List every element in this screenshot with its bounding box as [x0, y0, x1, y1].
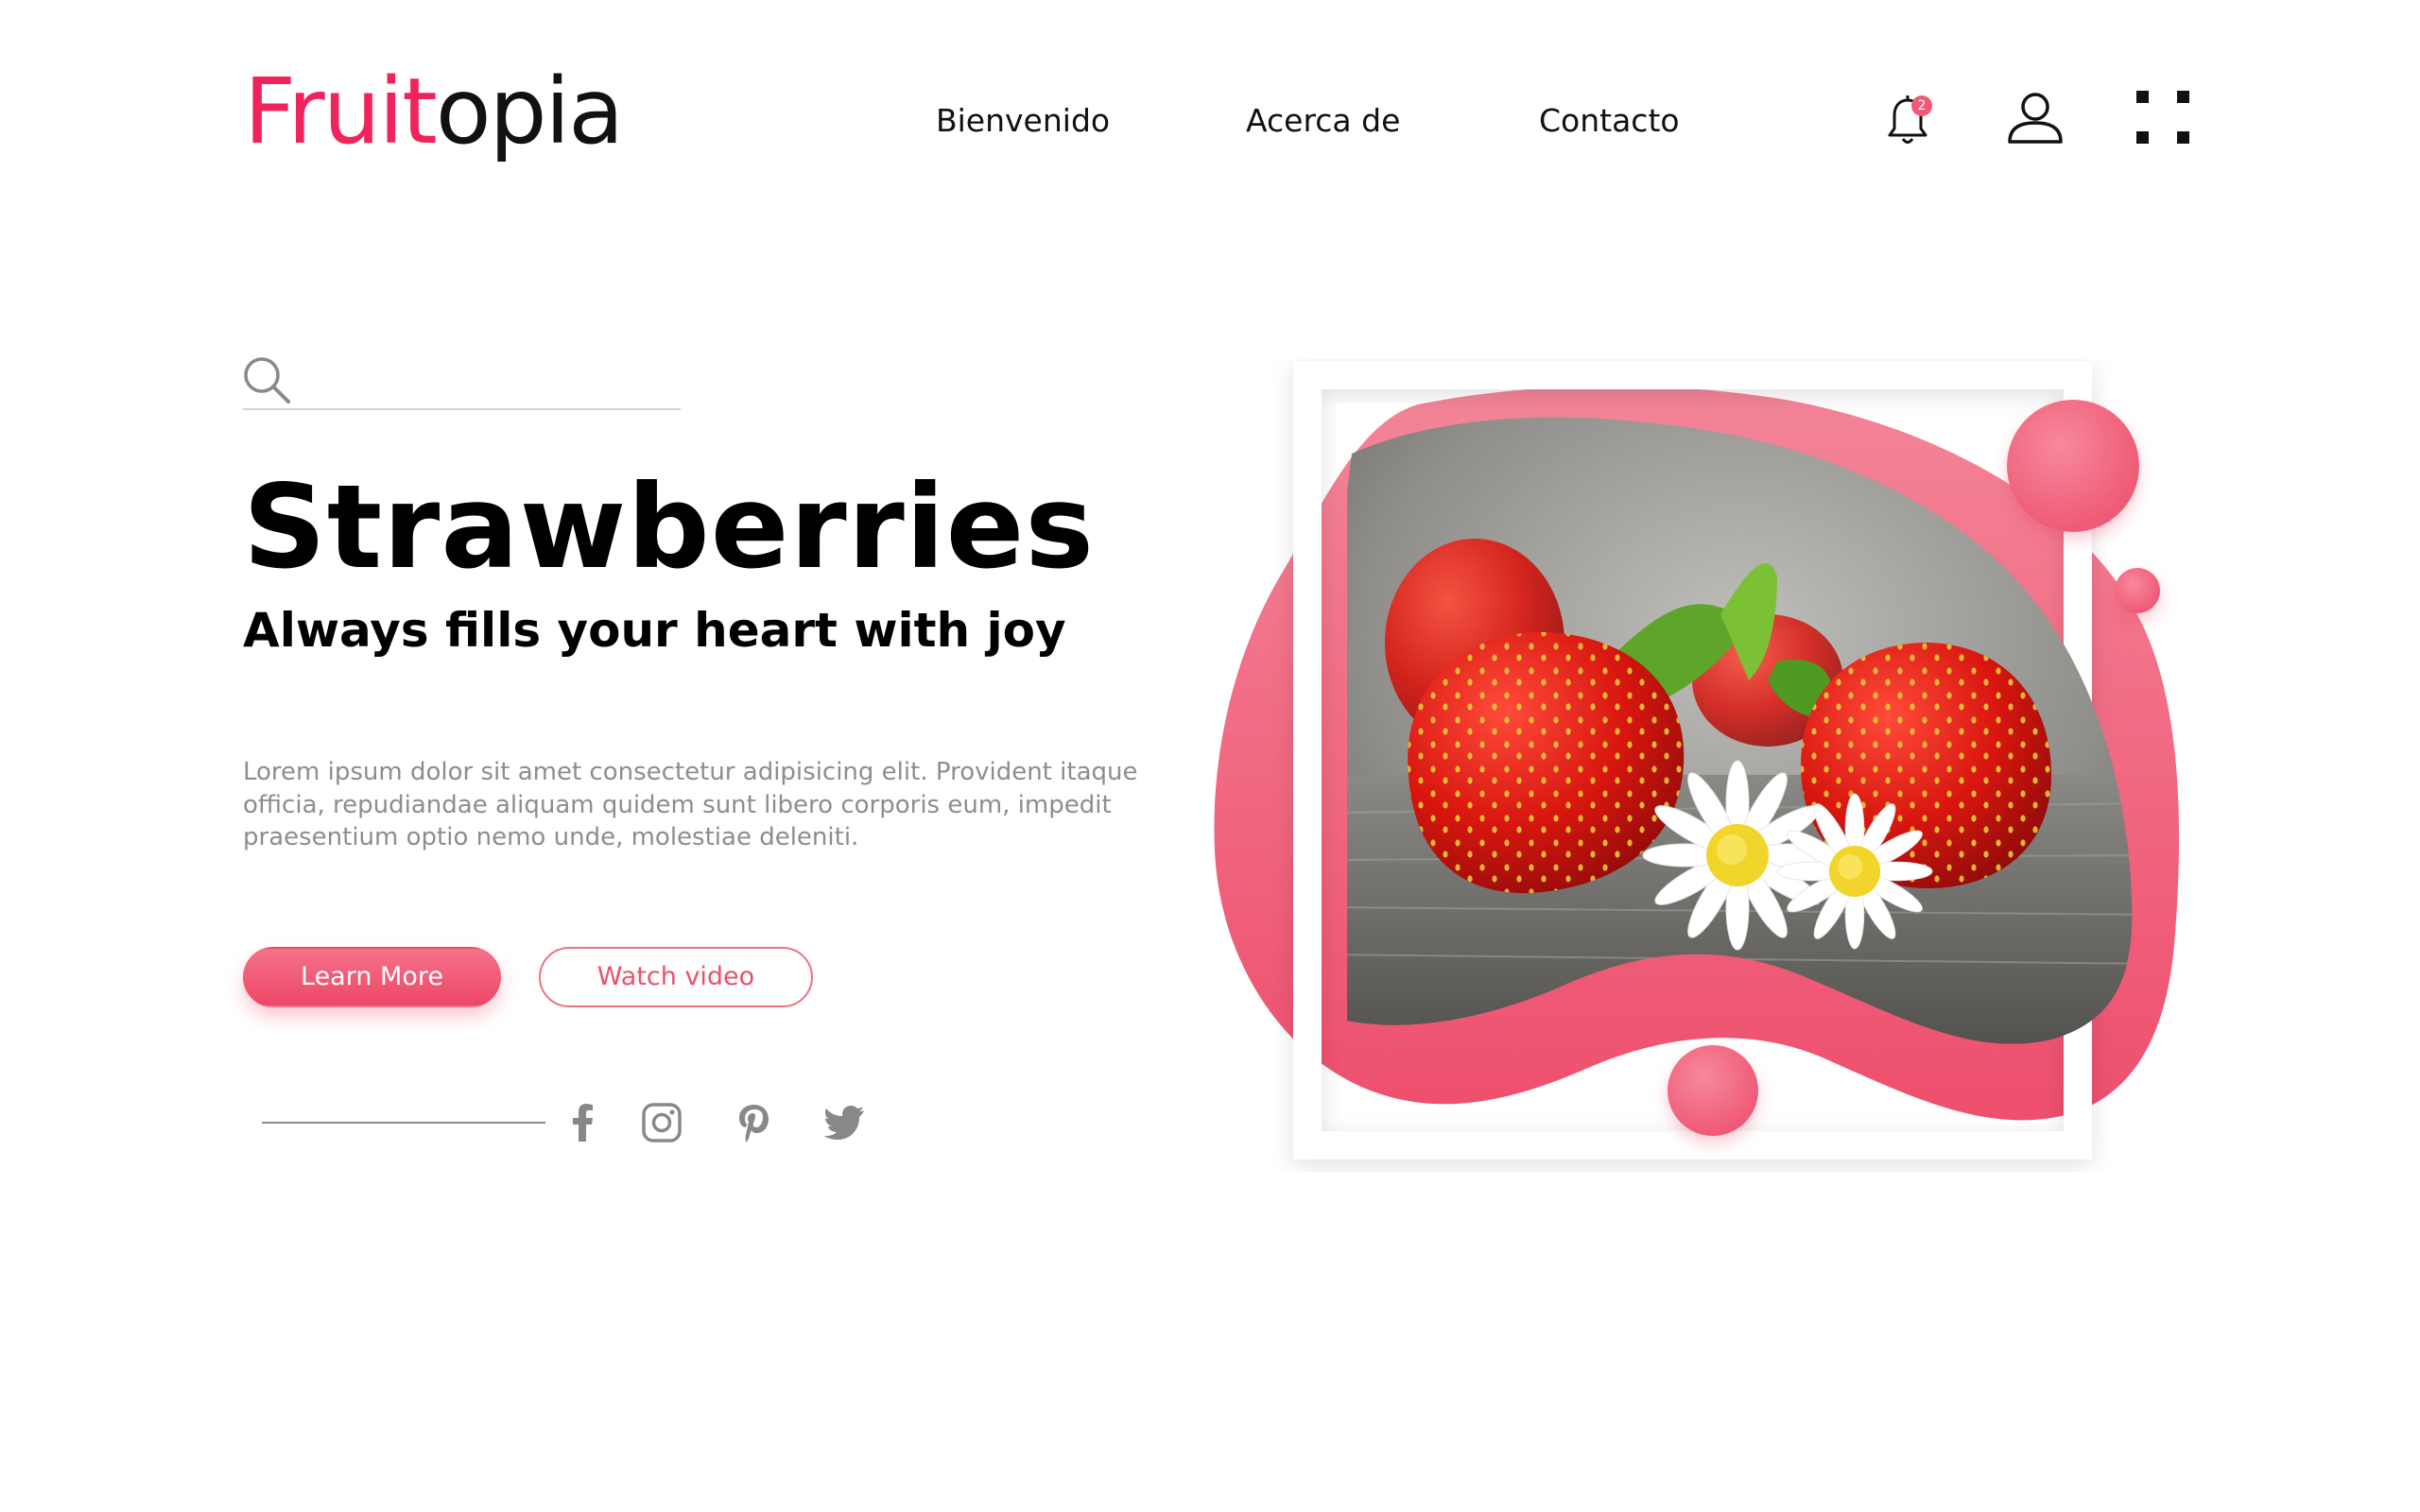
pinterest-icon[interactable] — [734, 1102, 775, 1143]
logo-rest: opia — [435, 59, 624, 164]
decor-bubble-large — [2007, 400, 2139, 532]
facebook-icon[interactable] — [562, 1102, 604, 1143]
watch-video-button[interactable]: Watch video — [539, 947, 813, 1007]
instagram-icon[interactable] — [641, 1102, 683, 1143]
hero-title: Strawberries — [243, 460, 1095, 594]
hero-description: Lorem ipsum dolor sit amet consectetur a… — [243, 758, 1138, 851]
social-divider — [262, 1122, 545, 1124]
user-icon[interactable] — [2006, 91, 2065, 146]
search-icon — [244, 357, 290, 404]
logo[interactable]: Fruitopia — [244, 66, 624, 157]
notification-badge: 2 — [1911, 95, 1932, 116]
logo-accent: Fruit — [244, 59, 438, 164]
hero-subtitle: Always fills your heart with joy — [243, 603, 1066, 658]
learn-more-button[interactable]: Learn More — [243, 947, 501, 1007]
decor-bubble-small — [2115, 568, 2160, 613]
search-underline — [243, 408, 681, 410]
decor-bubble-medium — [1668, 1045, 1758, 1136]
nav-bienvenido[interactable]: Bienvenido — [936, 102, 1110, 139]
twitter-icon[interactable] — [824, 1102, 866, 1143]
grid-menu-icon[interactable] — [2136, 91, 2189, 144]
search-input[interactable] — [302, 359, 680, 403]
nav-contacto[interactable]: Contacto — [1539, 102, 1680, 139]
nav-acerca-de[interactable]: Acerca de — [1246, 102, 1400, 139]
